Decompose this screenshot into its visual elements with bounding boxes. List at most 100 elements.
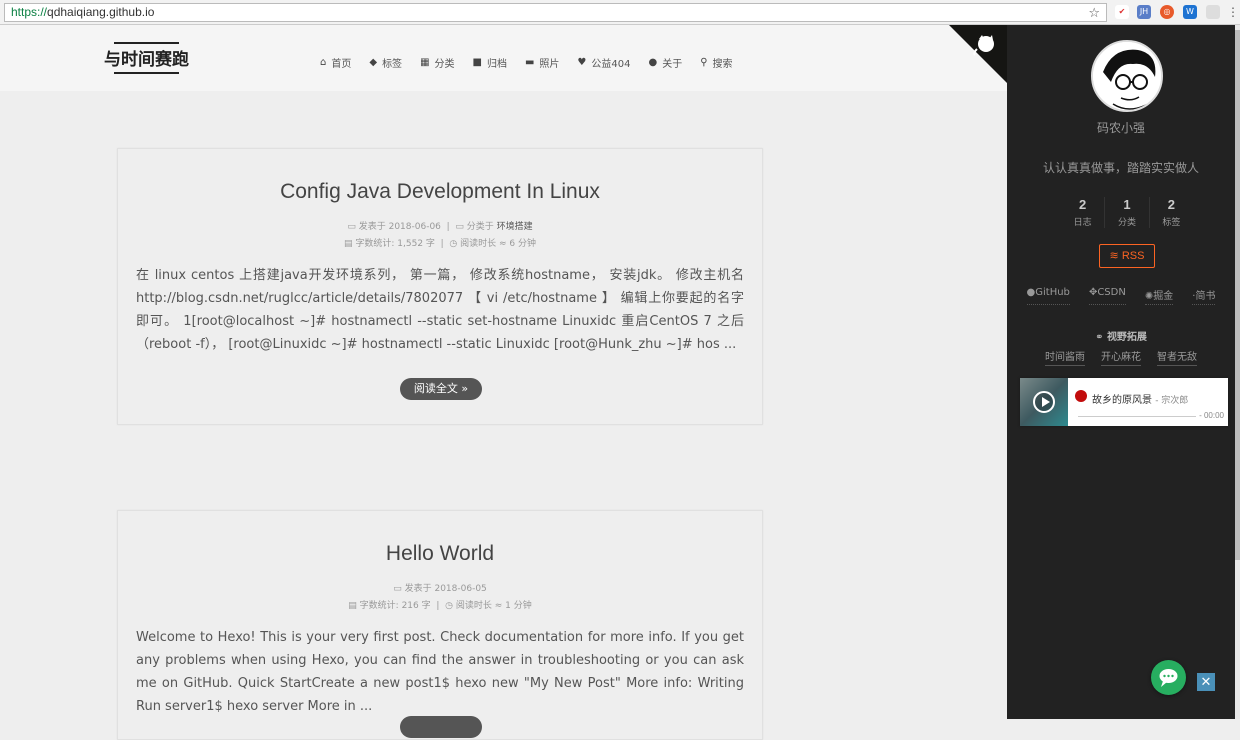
music-player: 故乡的原风景 - 宗次郎 - 00:00 — [1020, 378, 1228, 426]
nav-label: 归档 — [486, 59, 507, 70]
song-title: 故乡的原风景 — [1092, 395, 1152, 406]
extension-w-icon[interactable]: W — [1183, 5, 1197, 19]
blogroll-link[interactable]: 开心麻花 — [1101, 348, 1141, 366]
social-jianshu-link[interactable]: ·简书 — [1192, 287, 1216, 305]
extension-jh-label: JH — [1139, 7, 1149, 16]
reading-label: 阅读时长 ≈ — [460, 239, 507, 249]
sidebar: 码农小强 认认真真做事，踏踏实实做人 2 日志 1 分类 2 标签 ≋ RSS ●Gi… — [1007, 25, 1235, 719]
stat-num: 1 — [1123, 197, 1131, 212]
stat-label: 日志 — [1073, 218, 1092, 228]
nav-item-tags[interactable]: ◆ 标签 — [369, 55, 402, 70]
nav-item-404[interactable]: ♥ 公益404 — [577, 55, 630, 70]
rss-button[interactable]: ≋ RSS — [1099, 244, 1155, 268]
author-description: 认认真真做事，踏踏实实做人 — [1042, 161, 1199, 175]
extension-icon[interactable]: ✔ — [1115, 5, 1129, 19]
reading-time: 1 分钟 — [505, 601, 532, 611]
close-icon[interactable]: ✕ — [1197, 673, 1215, 691]
social-juejin-link[interactable]: ✺掘金 — [1144, 287, 1174, 305]
post-meta-primary: ▭ 发表于 2018-06-05 — [118, 581, 762, 594]
song-artist: 宗次郎 — [1161, 396, 1189, 406]
nav-item-archives[interactable]: ■ 归档 — [473, 55, 507, 70]
nav-label: 分类 — [434, 59, 455, 70]
calendar-icon: ▭ — [347, 222, 356, 232]
stat-label: 分类 — [1117, 218, 1136, 228]
post-date: 2018-06-05 — [434, 584, 487, 594]
url-protocol: https:// — [11, 5, 48, 19]
stat-categories[interactable]: 1 分类 — [1105, 197, 1150, 228]
user-icon: ● — [648, 57, 658, 68]
song-progress-bar[interactable] — [1078, 416, 1196, 417]
github-icon: ● — [1026, 287, 1036, 298]
nav-label: 搜索 — [712, 59, 733, 70]
extension-circle-icon[interactable]: ◎ — [1160, 5, 1174, 19]
reading-label: 阅读时长 ≈ — [455, 601, 503, 611]
read-more-button[interactable] — [400, 716, 482, 738]
url-host: qdhaiqiang.github.io — [47, 5, 155, 19]
nav-item-search[interactable]: ⚲ 搜索 — [700, 55, 732, 70]
nav-item-photos[interactable]: ▬ 照片 — [525, 55, 559, 70]
browser-menu-icon[interactable]: ⋮ — [1226, 5, 1240, 19]
social-github-link[interactable]: ●GitHub — [1026, 287, 1070, 305]
play-icon[interactable] — [1033, 391, 1055, 413]
stat-num: 2 — [1167, 197, 1175, 212]
song-info: 故乡的原风景 - 宗次郎 — [1092, 395, 1189, 406]
post-meta-secondary: ▤ 字数统计: 1,552 字 | ◷ 阅读时长 ≈ 6 分钟 — [343, 239, 537, 249]
social-label: GitHub — [1035, 287, 1070, 298]
scrollbar-thumb[interactable] — [1235, 30, 1240, 560]
posted-label: 发表于 — [358, 222, 386, 232]
stat-tags[interactable]: 2 标签 — [1150, 197, 1193, 228]
nav-item-about[interactable]: ● 关于 — [648, 55, 682, 70]
social-label: 掘金 — [1153, 291, 1174, 302]
chat-bubble-icon — [1159, 669, 1178, 687]
word-count: 216 字 — [401, 601, 431, 611]
github-corner-icon[interactable] — [949, 25, 1007, 83]
url-input[interactable]: https://qdhaiqiang.github.io ☆ — [4, 3, 1107, 22]
song-time: - 00:00 — [1199, 411, 1224, 420]
site-brand[interactable]: 与时间赛跑 — [104, 42, 189, 74]
category-label: 分类于 — [466, 222, 494, 232]
stat-posts[interactable]: 2 日志 — [1061, 197, 1106, 228]
social-label: 简书 — [1195, 291, 1216, 302]
links-title: ⚭ 视野拓展 — [1007, 328, 1235, 343]
posted-label: 发表于 — [404, 584, 432, 594]
post-card: Config Java Development In Linux ▭ 发表于 2… — [117, 148, 763, 425]
link-icon: ⚭ — [1095, 332, 1104, 343]
post-card: Hello World ▭ 发表于 2018-06-05 ▤ 字数统计: 216… — [117, 510, 763, 740]
nav-item-categories[interactable]: ▦ 分类 — [420, 55, 454, 70]
search-icon: ⚲ — [700, 57, 708, 68]
nav-label: 照片 — [539, 59, 560, 70]
nav-label: 标签 — [382, 59, 403, 70]
main-nav: ⌂ 首页 ◆ 标签 ▦ 分类 ■ 归档 ▬ 照片 ♥ 公益404 ● 关于 ⚲ 搜索 — [320, 55, 733, 70]
folder-icon: ▭ — [455, 222, 464, 232]
nav-label: 关于 — [662, 59, 683, 70]
netease-music-icon — [1075, 390, 1087, 402]
bookmark-star-icon[interactable]: ☆ — [1088, 4, 1100, 21]
extension-blank-icon[interactable] — [1206, 5, 1220, 19]
words-label: 字数统计: — [359, 601, 399, 611]
post-title[interactable]: Hello World — [118, 542, 762, 566]
post-category-link[interactable]: 环境搭建 — [497, 222, 533, 232]
avatar-illustration-icon — [1093, 42, 1161, 110]
rss-label: RSS — [1121, 250, 1145, 262]
clock-icon: ◷ — [449, 239, 458, 249]
blogroll-link[interactable]: 智者无敌 — [1157, 348, 1197, 366]
post-title[interactable]: Config Java Development In Linux — [118, 180, 762, 204]
reading-time: 6 分钟 — [509, 239, 537, 249]
chat-button[interactable] — [1151, 660, 1186, 695]
calendar-icon: ▭ — [393, 584, 402, 594]
rss-icon: ≋ — [1109, 250, 1119, 262]
extension-jh-icon[interactable]: JH — [1137, 5, 1151, 19]
tags-icon: ◆ — [369, 57, 378, 68]
nav-label: 首页 — [331, 59, 352, 70]
social-label: CSDN — [1097, 287, 1126, 298]
social-links: ●GitHub ✥CSDN ✺掘金 ·简书 — [1007, 287, 1235, 305]
author-name: 码农小强 — [1096, 121, 1145, 135]
blogroll-link[interactable]: 时间酱雨 — [1045, 348, 1085, 366]
social-csdn-link[interactable]: ✥CSDN — [1088, 287, 1126, 305]
nav-item-home[interactable]: ⌂ 首页 — [320, 55, 351, 70]
word-count: 1,552 字 — [397, 239, 435, 249]
post-meta-primary: ▭ 发表于 2018-06-06 | ▭ 分类于 环境搭建 — [347, 222, 533, 232]
read-more-button[interactable]: 阅读全文 » — [400, 378, 482, 400]
stat-num: 2 — [1079, 197, 1087, 212]
site-stats: 2 日志 1 分类 2 标签 — [1061, 197, 1193, 228]
